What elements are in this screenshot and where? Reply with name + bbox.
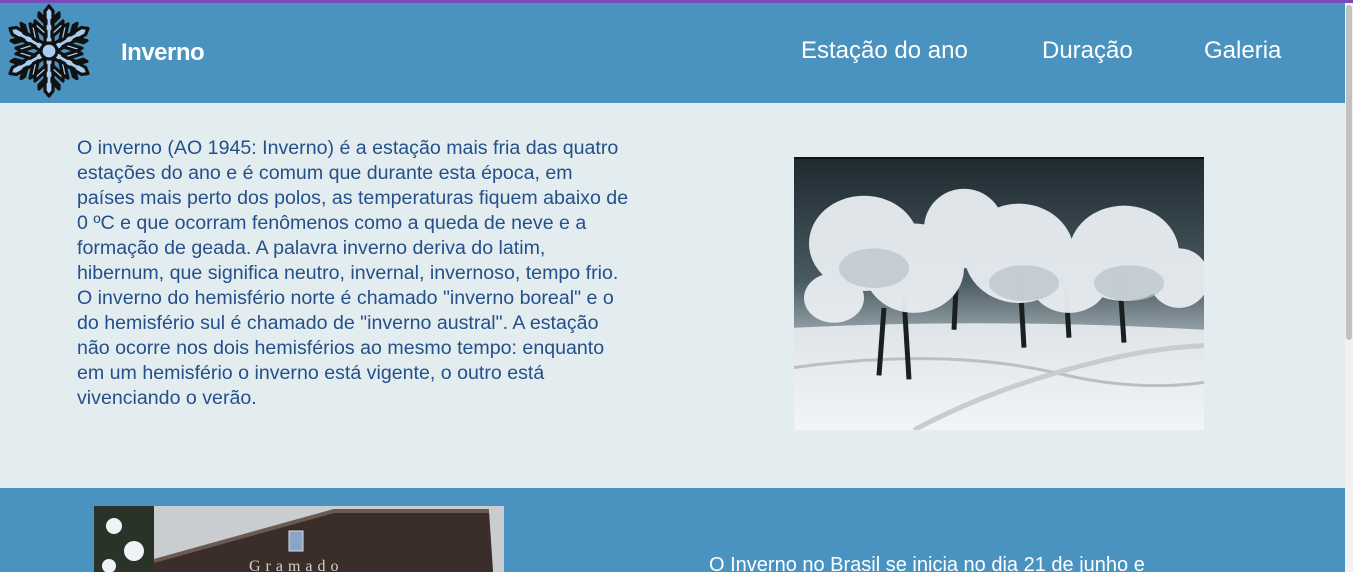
site-header: Inverno Estação do ano Duração Galeria [0, 3, 1345, 103]
nav-link-duracao[interactable]: Duração [1042, 37, 1133, 65]
snowy-trees-photo [794, 157, 1204, 430]
brazil-winter-text: O Inverno no Brasil se inicia no dia 21 … [709, 554, 1145, 572]
intro-paragraph: O inverno (AO 1945: Inverno) é a estação… [77, 137, 629, 409]
vertical-scrollbar[interactable] [1345, 3, 1353, 572]
scrollbar-thumb[interactable] [1346, 5, 1352, 340]
snowflake-icon[interactable] [3, 3, 95, 99]
nav-link-estacao[interactable]: Estação do ano [801, 37, 968, 65]
gramado-portal-photo: Gramado [94, 506, 504, 572]
brand-title[interactable]: Inverno [121, 39, 205, 67]
nav-link-galeria[interactable]: Galeria [1204, 37, 1281, 65]
gramado-sign-text: Gramado [249, 558, 344, 572]
section-brazil-winter: Gramado O Inverno no Brasil se inicia no… [0, 488, 1345, 572]
